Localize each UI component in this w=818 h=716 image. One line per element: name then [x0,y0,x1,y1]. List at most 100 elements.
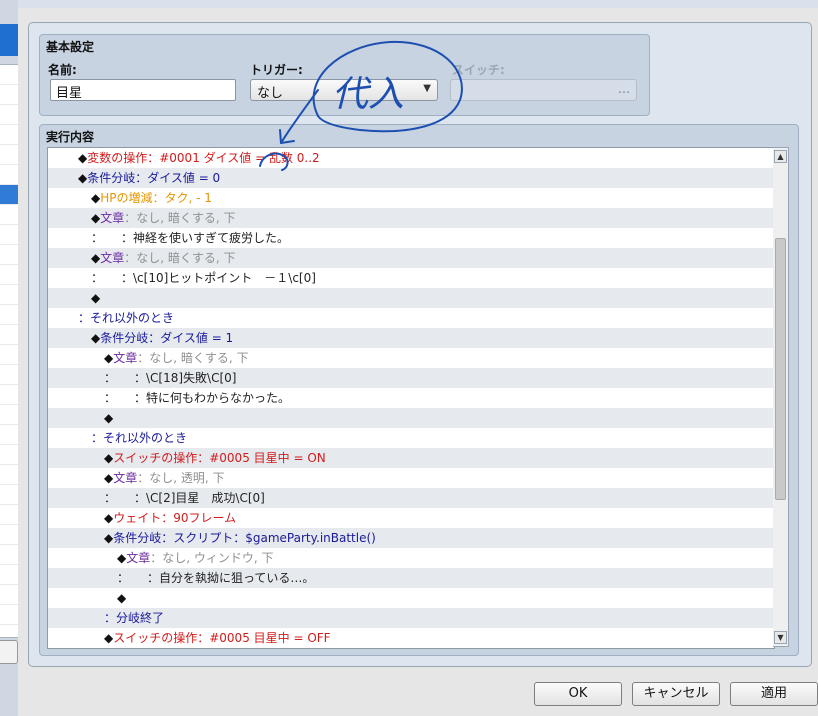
command-text: ：なし, 透明, 下 [137,471,225,485]
command-bullet: ◆ [117,551,127,565]
command-text: 文章 [100,211,125,225]
command-row[interactable]: ：それ以外のとき [48,308,774,328]
event-list-item[interactable] [0,545,18,565]
command-row[interactable]: ： ：特に何もわからなかった。 [48,388,774,408]
trigger-label: トリガー: [250,63,303,77]
command-text: ：なし, ウィンドウ, 下 [150,551,274,565]
event-list-item[interactable] [0,305,18,325]
command-bullet: ◆ [104,531,114,545]
command-row[interactable]: ：分岐終了 [48,608,774,628]
name-label: 名前: [48,63,77,77]
switch-label: スイッチ: [452,63,505,77]
command-text: 条件分岐：ダイス値 = 0 [87,171,221,185]
event-list-item[interactable] [0,565,18,585]
event-list-item[interactable] [0,125,18,145]
command-bullet: ◆ [104,511,114,525]
command-row[interactable]: ◆条件分岐：スクリプト：$gameParty.inBattle() [48,528,774,548]
event-list-item[interactable] [0,65,18,85]
top-strip [18,0,818,8]
event-list-item[interactable] [0,585,18,605]
command-row[interactable]: ：それ以外のとき [48,428,774,448]
command-text: HPの増減：タク, - 1 [100,191,212,205]
event-list-item[interactable] [0,385,18,405]
command-text: 条件分岐：ダイス値 = 1 [100,331,234,345]
event-list-item[interactable] [0,365,18,385]
command-list[interactable]: ◆変数の操作：#0001 ダイス値 = 乱数 0..2 ◆条件分岐：ダイス値 = … [47,147,775,649]
event-list-item[interactable] [0,165,18,185]
command-bullet: ◆ [91,211,101,225]
event-list-item[interactable] [0,485,18,505]
command-row[interactable]: ◆文章：なし, 透明, 下 [48,468,774,488]
event-list-item[interactable] [0,425,18,445]
name-input[interactable]: 目星 [50,79,236,101]
event-list-item[interactable] [0,345,18,365]
command-row[interactable]: ◆文章：なし, 暗くする, 下 [48,208,774,228]
ok-button[interactable]: OK [534,682,622,706]
command-row[interactable]: ： ：神経を使いすぎて疲労した。 [48,228,774,248]
switch-browse-button: … [618,82,630,96]
command-text: ：それ以外のとき [78,311,175,325]
command-bullet: ◆ [104,471,114,485]
event-list-item[interactable] [0,145,18,165]
command-text: 文章 [126,551,151,565]
event-list-item[interactable] [0,505,18,525]
command-text: ウェイト：90フレーム [113,511,237,525]
event-list-item[interactable] [0,245,18,265]
command-text: ： ：特に何もわからなかった。 [104,391,291,405]
command-row[interactable]: ◆文章：なし, ウィンドウ, 下 [48,548,774,568]
command-text: 文章 [113,351,138,365]
command-row[interactable]: ◆ [48,408,774,428]
event-list-item[interactable] [0,405,18,425]
event-list-item[interactable] [0,445,18,465]
scroll-down-button[interactable]: ▼ [774,631,787,644]
command-row[interactable]: ： ：自分を執拗に狙っている…。 [48,568,774,588]
command-row[interactable]: ： ：\C[18]失敗\C[0] [48,368,774,388]
command-row[interactable]: ◆条件分岐：ダイス値 = 1 [48,328,774,348]
command-row[interactable]: ： ：\c[10]ヒットポイント －１\c[0] [48,268,774,288]
event-list-item[interactable] [0,185,18,205]
command-text: ：なし, 暗くする, 下 [124,211,236,225]
command-bullet: ◆ [104,631,114,645]
event-list-item[interactable] [0,85,18,105]
command-text: ：なし, 暗くする, 下 [137,351,249,365]
event-list-item[interactable] [0,265,18,285]
command-row[interactable]: ◆ [48,288,774,308]
event-list-item[interactable] [0,105,18,125]
event-list-item[interactable] [0,465,18,485]
command-row[interactable]: ◆条件分岐：ダイス値 = 0 [48,168,774,188]
command-row[interactable]: ◆ [48,588,774,608]
command-row[interactable]: ◆スイッチの操作：#0005 目星中 = ON [48,448,774,468]
event-list-item[interactable] [0,525,18,545]
scroll-up-button[interactable]: ▲ [774,150,787,163]
command-bullet: ◆ [104,351,114,365]
command-bullet: ◆ [104,451,114,465]
event-list-item[interactable] [0,605,18,625]
scroll-thumb[interactable] [775,238,786,500]
command-list-scrollbar[interactable]: ▲ ▼ [773,147,789,647]
event-list-item[interactable] [0,225,18,245]
event-list-item[interactable] [0,285,18,305]
basic-settings-group: 基本設定 [39,34,650,116]
left-panel-button[interactable] [0,640,18,664]
command-text: 変数の操作：#0001 ダイス値 = 乱数 0..2 [87,151,320,165]
command-bullet: ◆ [104,411,114,425]
command-text: ： ：\C[2]目星 成功\C[0] [104,491,265,505]
apply-button[interactable]: 適用 [730,682,818,706]
command-text: ： ：\c[10]ヒットポイント －１\c[0] [91,271,316,285]
command-row[interactable]: ◆文章：なし, 暗くする, 下 [48,248,774,268]
command-row[interactable]: ◆HPの増減：タク, - 1 [48,188,774,208]
command-text: ：それ以外のとき [91,431,188,445]
command-row[interactable]: ： ：\C[2]目星 成功\C[0] [48,488,774,508]
event-list[interactable] [0,64,18,638]
command-row[interactable]: ◆ウェイト：90フレーム [48,508,774,528]
switch-field: … [450,79,637,101]
event-list-item[interactable] [0,205,18,225]
command-text: 条件分岐：スクリプト： [113,531,246,545]
command-row[interactable]: ◆文章：なし, 暗くする, 下 [48,348,774,368]
command-row[interactable]: ◆スイッチの操作：#0005 目星中 = OFF [48,628,774,648]
trigger-select[interactable]: なし ▼ [250,79,438,101]
event-list-item[interactable] [0,325,18,345]
cancel-button[interactable]: キャンセル [632,682,720,706]
command-text: ： ：神経を使いすぎて疲労した。 [91,231,290,245]
command-row[interactable]: ◆変数の操作：#0001 ダイス値 = 乱数 0..2 [48,148,774,168]
